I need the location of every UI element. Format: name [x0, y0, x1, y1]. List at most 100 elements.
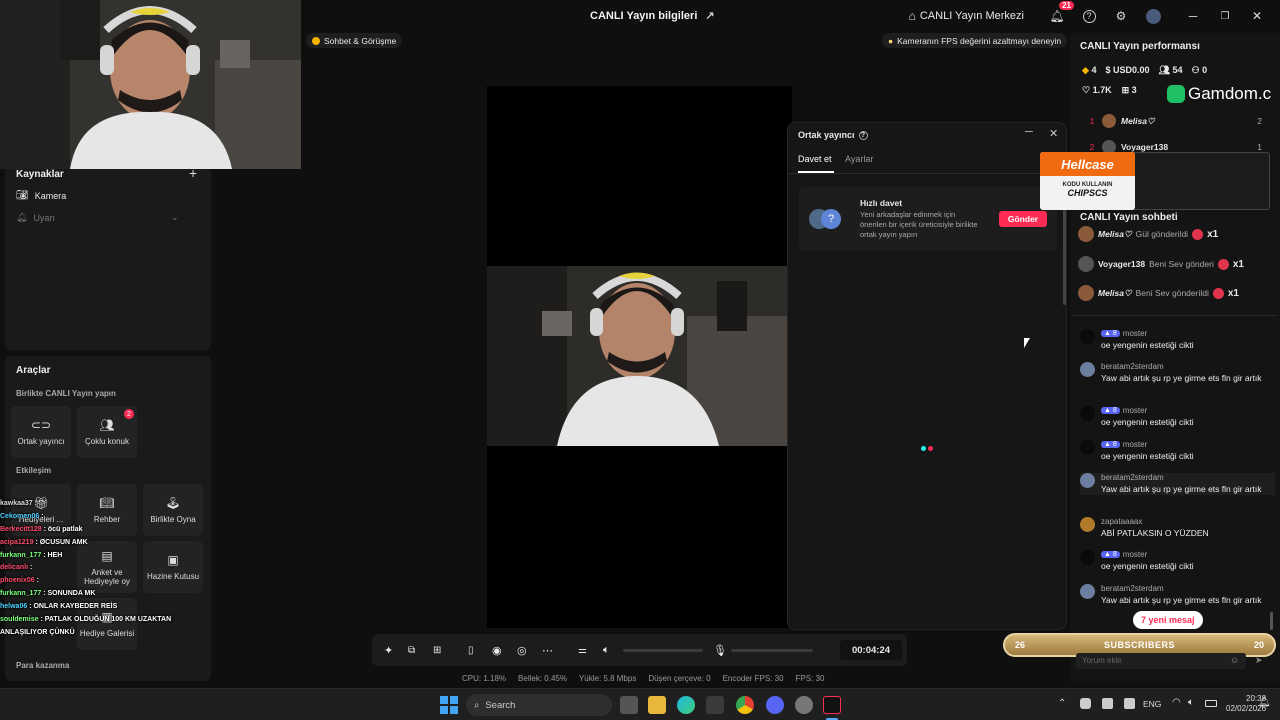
tray-chevron-icon[interactable]: ⌃	[1058, 698, 1066, 709]
equalizer-icon[interactable]: ⚌	[578, 645, 587, 656]
discord-icon[interactable]	[766, 696, 784, 714]
viewers-stat: 👥︎ 54	[1159, 65, 1183, 76]
avatar-icon	[1145, 8, 1161, 24]
chat-username[interactable]: beratam2sterdam	[1101, 473, 1164, 482]
maximize-button[interactable]: ❐	[1216, 7, 1234, 25]
chat-user-line: beratam2sterdam	[1101, 362, 1275, 371]
send-icon[interactable]: ➤	[1255, 655, 1263, 666]
level-value: 8	[1112, 441, 1117, 448]
level-value: 8	[1112, 407, 1117, 414]
chat-username[interactable]: moster	[1123, 329, 1147, 338]
chat-username[interactable]: beratam2sterdam	[1101, 362, 1164, 371]
add-scene-icon[interactable]: ⊞	[433, 645, 441, 656]
new-messages-button[interactable]: 7 yeni mesaj	[1133, 611, 1203, 629]
layout-icon[interactable]: ⧉	[408, 645, 415, 656]
stream-info-title[interactable]: CANLI Yayın bilgileri ↗	[590, 9, 715, 23]
chat-username[interactable]: beratam2sterdam	[1101, 584, 1164, 593]
chat-scrollbar[interactable]	[1270, 612, 1273, 630]
send-invite-button[interactable]: Gönder	[999, 211, 1047, 227]
help-button[interactable]: ?	[1080, 7, 1098, 25]
notification-bell-button[interactable]: 🔔︎ 21	[1048, 1, 1074, 25]
overlay-text: : HEH	[43, 551, 63, 559]
gift-user[interactable]: Voyager138	[1098, 259, 1145, 269]
source-item-camera[interactable]: 📷︎ Kamera	[16, 190, 66, 201]
taskbar-search[interactable]: ⌕ Search	[466, 694, 612, 716]
volume-icon[interactable]: 🔈︎	[603, 644, 610, 657]
overlay-text: ANLAŞILIYOR ÇÜNKÜ	[0, 628, 75, 636]
gift-user[interactable]: Melisa♡	[1098, 229, 1132, 240]
chat-message[interactable]: ▲ 8 moster oe yengenin estetiği cikti	[1080, 440, 1275, 462]
gift-user[interactable]: Melisa♡	[1098, 288, 1132, 299]
notification-center-icon[interactable]: 🔔︎	[1258, 697, 1271, 708]
chat-message[interactable]: beratam2sterdam Yaw abi artık şu rp ye g…	[1080, 473, 1275, 495]
source-label-camera: Kamera	[34, 190, 67, 201]
task-view-icon[interactable]	[620, 696, 638, 714]
chat-message[interactable]: ▲ 8 moster oe yengenin estetiği cikti	[1080, 550, 1275, 572]
stream-timer: 00:04:24	[840, 640, 902, 660]
gift-text: Gül gönderildi	[1135, 229, 1189, 239]
speaker-icon[interactable]: 🔈︎	[1188, 697, 1194, 708]
chat-message[interactable]: beratam2sterdam Yaw abi artık şu rp ye g…	[1080, 362, 1275, 384]
level-badge: ▲ 8	[1101, 441, 1120, 448]
emoji-icon[interactable]: ☺	[1230, 655, 1239, 665]
live-center-button[interactable]: ⌂ CANLI Yayın Merkezi	[909, 9, 1024, 23]
phone-icon[interactable]: ▯	[468, 645, 474, 656]
chat-text: ABİ PATLAKSIN O YÜZDEN	[1101, 528, 1209, 538]
tray-usb-icon[interactable]	[1124, 698, 1135, 709]
source-item-alert[interactable]: 🔔︎ Uyarı	[16, 212, 55, 223]
settings-app-icon[interactable]	[795, 696, 813, 714]
hellcase-brand: Hellcase	[1040, 152, 1135, 176]
info-icon[interactable]: ?	[858, 130, 868, 140]
record-icon[interactable]: ◉	[492, 644, 502, 657]
chat-message[interactable]: zapataaaax ABİ PATLAKSIN O YÜZDEN	[1080, 517, 1275, 539]
windows-start-icon[interactable]	[440, 696, 458, 714]
comment-input[interactable]: Yorum ekle	[1076, 653, 1246, 669]
avatar	[1080, 517, 1095, 532]
chat-username[interactable]: moster	[1123, 550, 1147, 559]
store-icon[interactable]	[706, 696, 724, 714]
wifi-icon[interactable]: ◠	[1172, 697, 1181, 708]
chat-message[interactable]: ▲ 8 moster oe yengenin estetiği cikti	[1080, 406, 1275, 428]
ranking-row-1[interactable]: 1 Melisa♡ 2	[1082, 114, 1262, 128]
settings-button[interactable]: ⚙	[1112, 7, 1130, 25]
tab-invite[interactable]: Davet et	[798, 154, 832, 164]
language-indicator[interactable]: ENG	[1143, 699, 1161, 709]
mic-slider[interactable]	[731, 649, 813, 652]
camera-settings-icon[interactable]: ◎	[517, 644, 527, 657]
level-badge: ▲ 8	[1101, 407, 1120, 414]
avatar	[1080, 584, 1095, 599]
microphone-icon[interactable]: 🎙︎	[713, 644, 727, 657]
volume-slider[interactable]	[623, 649, 703, 652]
file-explorer-icon[interactable]	[648, 696, 666, 714]
chevron-down-icon[interactable]: ⌄	[171, 212, 179, 223]
chat-username[interactable]: moster	[1123, 406, 1147, 415]
cohost-minimize-button[interactable]: ─	[1025, 126, 1033, 138]
tab-settings[interactable]: Ayarlar	[845, 154, 873, 164]
profile-avatar[interactable]	[1144, 7, 1162, 25]
rank-number: 1	[1089, 116, 1095, 126]
chat-user-line: beratam2sterdam	[1101, 473, 1275, 482]
chat-text: Yaw abi artık şu rp ye girme ets fln gir…	[1101, 595, 1262, 605]
usd-value: USD0.00	[1112, 65, 1150, 75]
chat-call-pill[interactable]: Sohbet & Görüşme	[306, 33, 403, 48]
chrome-icon[interactable]	[736, 696, 754, 714]
tray-discord-icon[interactable]	[1080, 698, 1091, 709]
share-icon[interactable]: ↗	[705, 9, 714, 22]
chat-username[interactable]: moster	[1123, 440, 1147, 449]
tiktok-live-studio-icon[interactable]	[823, 696, 841, 714]
search-placeholder: Search	[485, 699, 516, 711]
battery-icon[interactable]	[1205, 700, 1217, 707]
tray-app-icon[interactable]	[1102, 698, 1113, 709]
cohost-close-button[interactable]: ✕	[1049, 127, 1058, 140]
minimize-button[interactable]: ─	[1184, 7, 1202, 25]
chat-username[interactable]: zapataaaax	[1101, 517, 1142, 526]
users-icon: 👥︎	[99, 418, 115, 432]
magic-icon[interactable]: ✦	[384, 644, 393, 657]
close-icon: ✕	[1251, 9, 1263, 23]
more-icon[interactable]: ⋯	[542, 644, 553, 657]
close-window-button[interactable]: ✕	[1248, 7, 1266, 25]
edge-icon[interactable]	[677, 696, 695, 714]
chat-message[interactable]: ▲ 8 moster oe yengenin estetiği cikti	[1080, 329, 1275, 351]
cohost-tool-button[interactable]: ⊂⊃ Ortak yayıncı	[11, 406, 71, 458]
chat-message[interactable]: beratam2sterdam Yaw abi artık şu rp ye g…	[1080, 584, 1275, 606]
